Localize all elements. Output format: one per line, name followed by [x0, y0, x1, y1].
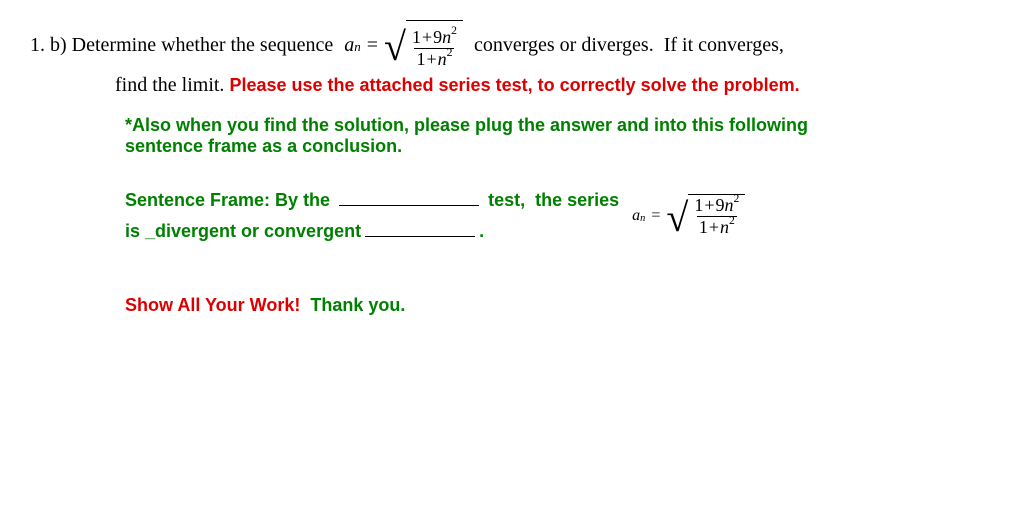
question-number: 1. b) [30, 29, 67, 61]
question-line-2: find the limit. Please use the attached … [115, 74, 1003, 97]
formula-main: an = √ 1+9n2 1+n2 [344, 20, 463, 70]
prompt-before: Determine whether the sequence [67, 29, 339, 61]
fraction-2: 1+9n2 1+n2 [692, 195, 741, 238]
footer: Show All Your Work! Thank you. [125, 295, 1003, 316]
blank-conclusion [365, 220, 475, 237]
note-block: *Also when you find the solution, please… [125, 115, 1003, 157]
prompt-after: converges or diverges. If it converges, [469, 29, 784, 61]
fraction: 1+9n2 1+n2 [410, 27, 459, 70]
formula-frame: an = √ 1+9n2 1+n2 [632, 194, 745, 238]
question-line-1: 1. b) Determine whether the sequence an … [30, 20, 1003, 70]
sqrt-icon: √ 1+9n2 1+n2 [384, 20, 463, 70]
sqrt-icon-2: √ 1+9n2 1+n2 [666, 194, 745, 238]
sentence-frame: Sentence Frame: By the test, the series … [125, 187, 1003, 245]
blank-test-name [339, 189, 479, 206]
